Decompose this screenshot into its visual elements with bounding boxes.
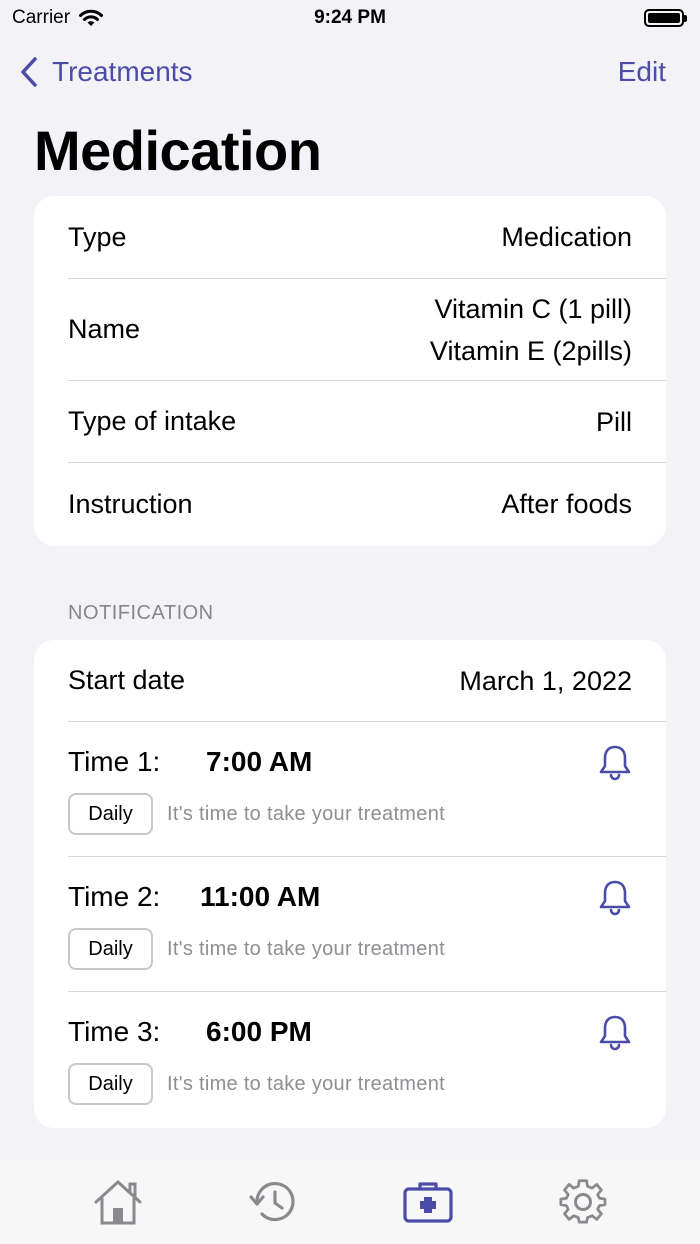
chevron-left-icon	[21, 57, 37, 87]
notification-card: Start date March 1, 2022 Time 1: 7:00 AM…	[34, 640, 666, 1128]
instruction-value: After foods	[501, 489, 632, 519]
home-icon	[94, 1180, 141, 1225]
time-label: Time 2:	[68, 881, 161, 912]
carrier-label: Carrier	[12, 7, 71, 28]
intake-value: Pill	[595, 406, 632, 437]
tab-home[interactable]	[88, 1172, 148, 1232]
navigation-bar: Treatments Edit	[0, 48, 700, 96]
time-row-3[interactable]: Time 3: 6:00 PM Daily It's time to take …	[68, 992, 666, 1127]
gear-icon	[558, 1179, 606, 1224]
bell-icon[interactable]	[598, 879, 632, 917]
wifi-icon	[79, 9, 104, 26]
type-row: Type Medication	[68, 196, 666, 279]
bell-icon[interactable]	[598, 744, 632, 782]
time-row-1[interactable]: Time 1: 7:00 AM Daily It's time to take …	[68, 722, 666, 857]
reminder-message: It's time to take your treatment	[167, 1072, 445, 1095]
time-row-2[interactable]: Time 2: 11:00 AM Daily It's time to take…	[68, 857, 666, 992]
name-values: Vitamin C (1 pill) Vitamin E (2pills)	[430, 288, 632, 372]
instruction-label: Instruction	[68, 488, 193, 519]
time-value: 6:00 PM	[206, 1016, 312, 1047]
status-time: 9:24 PM	[314, 7, 386, 28]
type-value: Medication	[501, 222, 632, 252]
back-label: Treatments	[52, 56, 193, 87]
bell-icon[interactable]	[598, 1014, 632, 1052]
type-label: Type	[68, 221, 127, 252]
status-bar: Carrier 9:24 PM	[0, 0, 700, 36]
frequency-button[interactable]: Daily	[68, 793, 153, 835]
status-left: Carrier	[12, 7, 104, 29]
reminder-message: It's time to take your treatment	[167, 802, 445, 825]
treatment-info-card: Type Medication Name Vitamin C (1 pill) …	[34, 196, 666, 546]
tab-bar	[0, 1160, 700, 1244]
intake-row: Type of intake Pill	[68, 381, 666, 463]
name-label: Name	[68, 314, 141, 344]
back-button[interactable]: Treatments	[20, 56, 193, 88]
reminder-message: It's time to take your treatment	[167, 937, 445, 960]
history-icon	[248, 1181, 295, 1222]
edit-button[interactable]: Edit	[618, 56, 666, 88]
time-value: 7:00 AM	[206, 746, 313, 777]
instruction-row: Instruction After foods	[68, 463, 666, 545]
time-label: Time 3:	[68, 1016, 161, 1047]
tab-history[interactable]	[243, 1172, 303, 1232]
time-value: 11:00 AM	[200, 881, 321, 912]
frequency-button[interactable]: Daily	[68, 928, 153, 970]
name-value-1: Vitamin C (1 pill)	[434, 293, 632, 324]
name-row: Name Vitamin C (1 pill) Vitamin E (2pill…	[68, 279, 666, 381]
name-value-2: Vitamin E (2pills)	[429, 335, 632, 366]
start-date-value: March 1, 2022	[459, 665, 632, 696]
battery-icon	[644, 9, 687, 27]
tab-treatments[interactable]	[398, 1172, 458, 1232]
page-title: Medication	[34, 119, 322, 182]
start-date-row[interactable]: Start date March 1, 2022	[68, 640, 666, 722]
notification-section-header: NOTIFICATION	[68, 602, 214, 624]
start-date-label: Start date	[68, 665, 186, 695]
tab-settings[interactable]	[553, 1172, 613, 1232]
frequency-button[interactable]: Daily	[68, 1063, 153, 1105]
time-label: Time 1:	[68, 746, 161, 777]
medical-kit-icon	[402, 1182, 453, 1223]
intake-label: Type of intake	[68, 406, 237, 436]
